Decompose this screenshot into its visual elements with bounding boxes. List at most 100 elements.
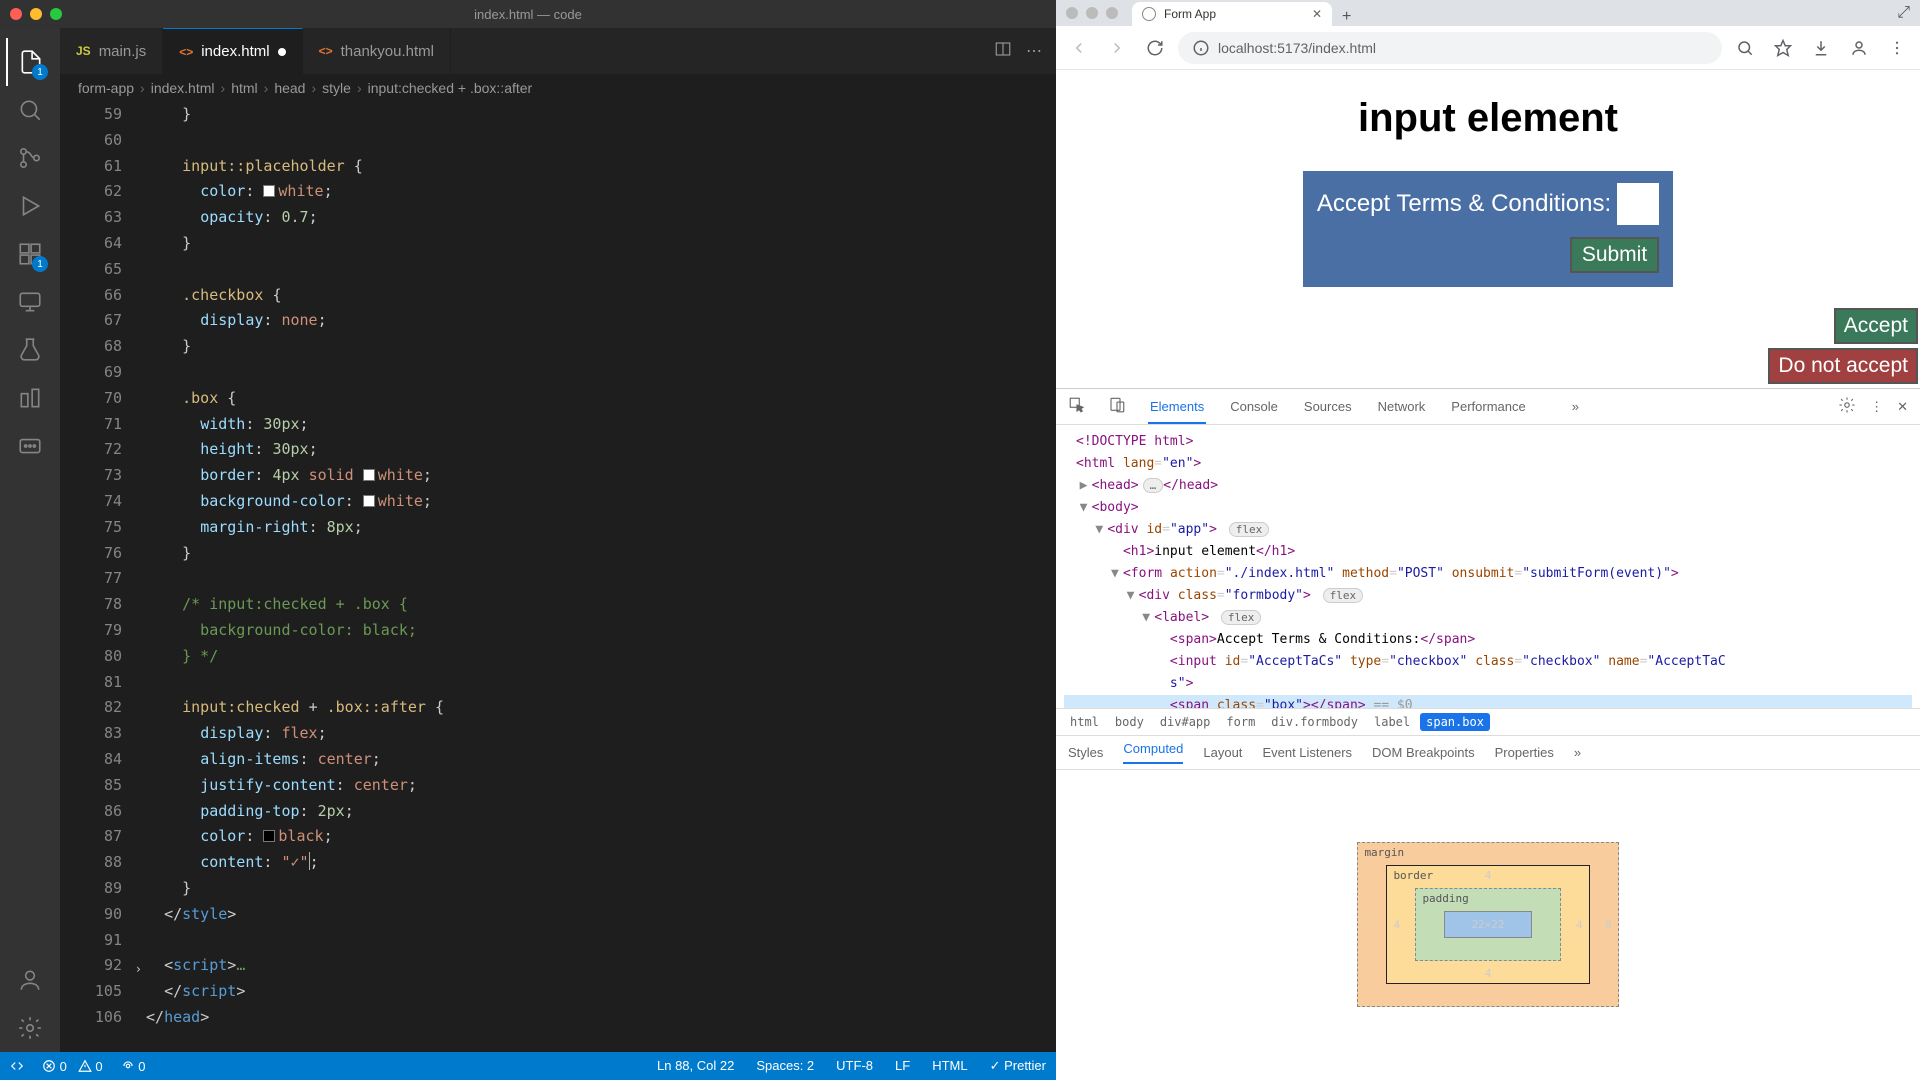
breadcrumb-item[interactable]: input:checked + .box::after (368, 80, 533, 96)
maximize-icon[interactable] (1106, 7, 1118, 19)
more-subtabs-icon[interactable]: » (1574, 745, 1581, 760)
extensions-icon[interactable]: 1 (6, 230, 54, 278)
devtools-subtab[interactable]: DOM Breakpoints (1372, 745, 1475, 760)
mac-traffic-lights[interactable] (10, 8, 62, 20)
close-icon[interactable] (10, 8, 22, 20)
editor-tab[interactable]: <>index.html (163, 28, 302, 74)
devtools-subtab[interactable]: Computed (1123, 741, 1183, 764)
dom-breadcrumb-item[interactable]: html (1064, 713, 1105, 731)
editor-tab[interactable]: <>thankyou.html (303, 28, 451, 74)
split-editor-icon[interactable] (994, 40, 1012, 63)
submit-button[interactable]: Submit (1570, 237, 1659, 273)
dom-node[interactable]: <input id="AcceptTaCs" type="checkbox" c… (1064, 651, 1912, 673)
device-toggle-icon[interactable] (1108, 396, 1126, 417)
devtools-menu-icon[interactable]: ⋮ (1870, 399, 1883, 415)
profile-icon[interactable] (1844, 33, 1874, 63)
mac-traffic-lights[interactable] (1066, 7, 1118, 19)
minimize-icon[interactable] (1086, 7, 1098, 19)
source-control-icon[interactable] (6, 134, 54, 182)
errors-count[interactable]: 0 0 (42, 1059, 103, 1074)
menu-icon[interactable] (1882, 33, 1912, 63)
back-button[interactable] (1064, 33, 1094, 63)
ports-icon[interactable] (6, 422, 54, 470)
dom-node[interactable]: ▼<body> (1064, 497, 1912, 519)
editor-tab[interactable]: JSmain.js (60, 28, 163, 74)
dom-breadcrumb[interactable]: htmlbodydiv#appformdiv.formbodylabelspan… (1056, 708, 1920, 736)
explorer-icon[interactable]: 1 (6, 38, 54, 86)
dom-node[interactable]: <span>Accept Terms & Conditions:</span> (1064, 629, 1912, 651)
eol[interactable]: LF (895, 1058, 910, 1074)
encoding[interactable]: UTF-8 (836, 1058, 873, 1074)
devtools-tab[interactable]: Console (1228, 391, 1280, 422)
breadcrumb-item[interactable]: form-app (78, 80, 134, 96)
dom-breadcrumb-item[interactable]: form (1220, 713, 1261, 731)
zoom-icon[interactable] (1730, 33, 1760, 63)
close-tab-icon[interactable]: ✕ (1312, 7, 1322, 21)
more-tabs-icon[interactable]: » (1572, 399, 1579, 414)
dom-node[interactable]: <!DOCTYPE html> (1064, 431, 1912, 453)
reject-button[interactable]: Do not accept (1768, 348, 1918, 384)
devtools-subtab[interactable]: Layout (1203, 745, 1242, 760)
timeline-icon[interactable] (6, 374, 54, 422)
expand-icon[interactable]: ⤢ (1897, 4, 1920, 22)
maximize-icon[interactable] (50, 8, 62, 20)
language-mode[interactable]: HTML (932, 1058, 967, 1074)
breadcrumb-item[interactable]: index.html (151, 80, 215, 96)
cursor-position[interactable]: Ln 88, Col 22 (657, 1058, 734, 1074)
search-icon[interactable] (6, 86, 54, 134)
code-editor[interactable]: 5960616263646566676869707172737475767778… (60, 102, 1056, 1052)
devtools-settings-icon[interactable] (1838, 396, 1856, 417)
breadcrumb-item[interactable]: head (274, 80, 305, 96)
run-debug-icon[interactable] (6, 182, 54, 230)
dom-node[interactable]: <h1>input element</h1> (1064, 541, 1912, 563)
forward-button[interactable] (1102, 33, 1132, 63)
devtools-close-icon[interactable]: ✕ (1897, 399, 1908, 415)
devtools-tab[interactable]: Network (1376, 391, 1428, 422)
dom-node[interactable]: ▼<form action="./index.html" method="POS… (1064, 563, 1912, 585)
close-icon[interactable] (1066, 7, 1078, 19)
dom-node[interactable]: ▼<div class="formbody"> flex (1064, 585, 1912, 607)
devtools-subtab[interactable]: Event Listeners (1262, 745, 1352, 760)
dom-breadcrumb-item[interactable]: div.formbody (1265, 713, 1364, 731)
dom-breadcrumb-item[interactable]: span.box (1420, 713, 1490, 731)
address-bar[interactable]: localhost:5173/index.html (1178, 32, 1722, 64)
custom-checkbox[interactable] (1617, 183, 1659, 225)
formatter[interactable]: ✓ Prettier (990, 1058, 1046, 1074)
accept-button[interactable]: Accept (1834, 308, 1918, 344)
devtools-subtab[interactable]: Properties (1495, 745, 1554, 760)
ports-count[interactable]: 0 (121, 1059, 146, 1074)
dom-node[interactable]: s"> (1064, 673, 1912, 695)
dom-node[interactable]: <span class="box"></span> == $0 (1064, 695, 1912, 708)
minimize-icon[interactable] (30, 8, 42, 20)
breadcrumb-item[interactable]: style (322, 80, 351, 96)
breadcrumbs[interactable]: form-app›index.html›html›head›style›inpu… (60, 74, 1056, 102)
browser-tab[interactable]: Form App ✕ (1132, 2, 1332, 26)
devtools-tab[interactable]: Elements (1148, 391, 1206, 424)
accounts-icon[interactable] (6, 956, 54, 1004)
margin-label: margin (1364, 846, 1404, 859)
dom-breadcrumb-item[interactable]: label (1368, 713, 1416, 731)
downloads-icon[interactable] (1806, 33, 1836, 63)
devtools-tab[interactable]: Performance (1449, 391, 1527, 422)
dom-node[interactable]: ▼<div id="app"> flex (1064, 519, 1912, 541)
testing-icon[interactable] (6, 326, 54, 374)
tab-label: thankyou.html (341, 43, 434, 60)
dom-node[interactable]: ▶<head>…</head> (1064, 475, 1912, 497)
dom-node[interactable]: ▼<label> flex (1064, 607, 1912, 629)
more-actions-icon[interactable]: ⋯ (1026, 41, 1042, 61)
devtools-tab[interactable]: Sources (1302, 391, 1354, 422)
dom-tree[interactable]: <!DOCTYPE html> <html lang="en"> ▶<head>… (1056, 425, 1920, 708)
remote-explorer-icon[interactable] (6, 278, 54, 326)
new-tab-button[interactable]: + (1332, 8, 1361, 26)
remote-indicator[interactable] (10, 1059, 24, 1074)
settings-icon[interactable] (6, 1004, 54, 1052)
dom-breadcrumb-item[interactable]: body (1109, 713, 1150, 731)
devtools-subtab[interactable]: Styles (1068, 745, 1103, 760)
dom-breadcrumb-item[interactable]: div#app (1154, 713, 1217, 731)
dom-node[interactable]: <html lang="en"> (1064, 453, 1912, 475)
reload-button[interactable] (1140, 33, 1170, 63)
bookmark-icon[interactable] (1768, 33, 1798, 63)
breadcrumb-item[interactable]: html (231, 80, 257, 96)
indentation[interactable]: Spaces: 2 (756, 1058, 814, 1074)
inspect-icon[interactable] (1068, 396, 1086, 417)
